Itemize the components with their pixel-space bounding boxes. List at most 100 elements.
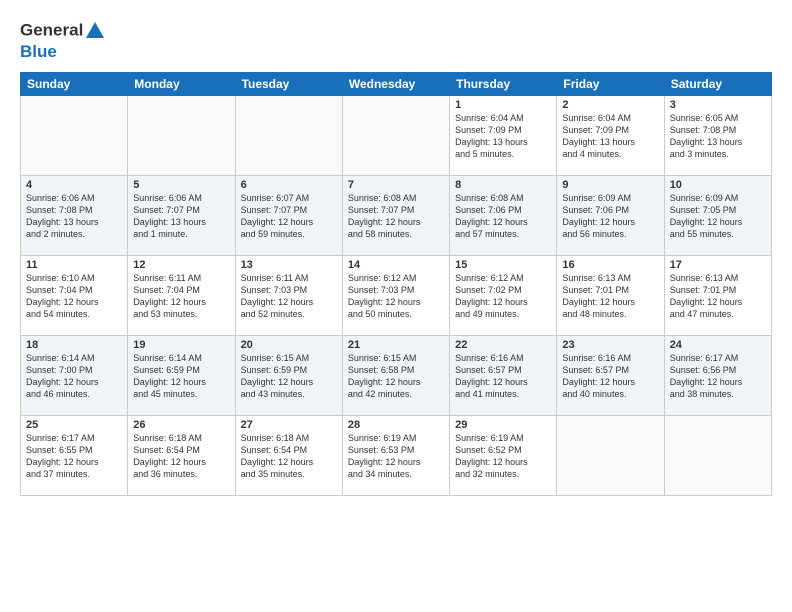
day-info: Sunrise: 6:15 AM Sunset: 6:58 PM Dayligh… <box>348 352 444 401</box>
day-number: 6 <box>241 179 337 191</box>
day-info: Sunrise: 6:13 AM Sunset: 7:01 PM Dayligh… <box>670 272 766 321</box>
calendar-cell: 11Sunrise: 6:10 AM Sunset: 7:04 PM Dayli… <box>21 255 128 335</box>
calendar-cell: 9Sunrise: 6:09 AM Sunset: 7:06 PM Daylig… <box>557 175 664 255</box>
day-number: 20 <box>241 339 337 351</box>
calendar-table: SundayMondayTuesdayWednesdayThursdayFrid… <box>20 72 772 496</box>
day-number: 13 <box>241 259 337 271</box>
day-info: Sunrise: 6:17 AM Sunset: 6:55 PM Dayligh… <box>26 432 122 481</box>
day-number: 5 <box>133 179 229 191</box>
day-number: 7 <box>348 179 444 191</box>
day-info: Sunrise: 6:18 AM Sunset: 6:54 PM Dayligh… <box>133 432 229 481</box>
day-number: 8 <box>455 179 551 191</box>
day-number: 3 <box>670 99 766 111</box>
day-info: Sunrise: 6:06 AM Sunset: 7:07 PM Dayligh… <box>133 192 229 241</box>
day-info: Sunrise: 6:09 AM Sunset: 7:05 PM Dayligh… <box>670 192 766 241</box>
day-info: Sunrise: 6:16 AM Sunset: 6:57 PM Dayligh… <box>455 352 551 401</box>
day-info: Sunrise: 6:08 AM Sunset: 7:06 PM Dayligh… <box>455 192 551 241</box>
day-number: 18 <box>26 339 122 351</box>
day-number: 17 <box>670 259 766 271</box>
calendar-cell: 28Sunrise: 6:19 AM Sunset: 6:53 PM Dayli… <box>342 415 449 495</box>
day-info: Sunrise: 6:04 AM Sunset: 7:09 PM Dayligh… <box>455 112 551 161</box>
day-info: Sunrise: 6:12 AM Sunset: 7:03 PM Dayligh… <box>348 272 444 321</box>
calendar-cell: 10Sunrise: 6:09 AM Sunset: 7:05 PM Dayli… <box>664 175 771 255</box>
calendar-header-monday: Monday <box>128 72 235 95</box>
day-number: 1 <box>455 99 551 111</box>
calendar-cell: 15Sunrise: 6:12 AM Sunset: 7:02 PM Dayli… <box>450 255 557 335</box>
day-number: 23 <box>562 339 658 351</box>
header: General Blue <box>20 16 772 62</box>
day-number: 27 <box>241 419 337 431</box>
calendar-cell <box>128 95 235 175</box>
day-info: Sunrise: 6:16 AM Sunset: 6:57 PM Dayligh… <box>562 352 658 401</box>
calendar-cell: 12Sunrise: 6:11 AM Sunset: 7:04 PM Dayli… <box>128 255 235 335</box>
calendar-header-saturday: Saturday <box>664 72 771 95</box>
calendar-header-sunday: Sunday <box>21 72 128 95</box>
calendar-cell <box>557 415 664 495</box>
day-info: Sunrise: 6:17 AM Sunset: 6:56 PM Dayligh… <box>670 352 766 401</box>
day-info: Sunrise: 6:10 AM Sunset: 7:04 PM Dayligh… <box>26 272 122 321</box>
calendar-cell: 24Sunrise: 6:17 AM Sunset: 6:56 PM Dayli… <box>664 335 771 415</box>
calendar-week-5: 25Sunrise: 6:17 AM Sunset: 6:55 PM Dayli… <box>21 415 772 495</box>
day-number: 24 <box>670 339 766 351</box>
calendar-week-4: 18Sunrise: 6:14 AM Sunset: 7:00 PM Dayli… <box>21 335 772 415</box>
day-number: 15 <box>455 259 551 271</box>
day-info: Sunrise: 6:15 AM Sunset: 6:59 PM Dayligh… <box>241 352 337 401</box>
calendar-header-friday: Friday <box>557 72 664 95</box>
day-number: 19 <box>133 339 229 351</box>
day-number: 26 <box>133 419 229 431</box>
calendar-week-1: 1Sunrise: 6:04 AM Sunset: 7:09 PM Daylig… <box>21 95 772 175</box>
calendar-cell: 21Sunrise: 6:15 AM Sunset: 6:58 PM Dayli… <box>342 335 449 415</box>
day-info: Sunrise: 6:11 AM Sunset: 7:04 PM Dayligh… <box>133 272 229 321</box>
logo-blue: Blue <box>20 42 106 62</box>
calendar-cell: 7Sunrise: 6:08 AM Sunset: 7:07 PM Daylig… <box>342 175 449 255</box>
page: General Blue SundayMondayTuesdayWednesda… <box>0 0 792 506</box>
day-number: 12 <box>133 259 229 271</box>
day-number: 4 <box>26 179 122 191</box>
calendar-cell: 17Sunrise: 6:13 AM Sunset: 7:01 PM Dayli… <box>664 255 771 335</box>
day-info: Sunrise: 6:12 AM Sunset: 7:02 PM Dayligh… <box>455 272 551 321</box>
day-info: Sunrise: 6:18 AM Sunset: 6:54 PM Dayligh… <box>241 432 337 481</box>
calendar-cell <box>664 415 771 495</box>
calendar-cell: 8Sunrise: 6:08 AM Sunset: 7:06 PM Daylig… <box>450 175 557 255</box>
day-info: Sunrise: 6:14 AM Sunset: 6:59 PM Dayligh… <box>133 352 229 401</box>
day-number: 14 <box>348 259 444 271</box>
calendar-cell: 13Sunrise: 6:11 AM Sunset: 7:03 PM Dayli… <box>235 255 342 335</box>
calendar-week-2: 4Sunrise: 6:06 AM Sunset: 7:08 PM Daylig… <box>21 175 772 255</box>
day-number: 21 <box>348 339 444 351</box>
day-info: Sunrise: 6:11 AM Sunset: 7:03 PM Dayligh… <box>241 272 337 321</box>
day-number: 16 <box>562 259 658 271</box>
calendar-cell: 16Sunrise: 6:13 AM Sunset: 7:01 PM Dayli… <box>557 255 664 335</box>
calendar-cell: 29Sunrise: 6:19 AM Sunset: 6:52 PM Dayli… <box>450 415 557 495</box>
day-info: Sunrise: 6:09 AM Sunset: 7:06 PM Dayligh… <box>562 192 658 241</box>
day-number: 11 <box>26 259 122 271</box>
calendar-cell: 5Sunrise: 6:06 AM Sunset: 7:07 PM Daylig… <box>128 175 235 255</box>
calendar-cell: 1Sunrise: 6:04 AM Sunset: 7:09 PM Daylig… <box>450 95 557 175</box>
calendar-header-row: SundayMondayTuesdayWednesdayThursdayFrid… <box>21 72 772 95</box>
day-number: 22 <box>455 339 551 351</box>
day-number: 25 <box>26 419 122 431</box>
calendar-cell: 22Sunrise: 6:16 AM Sunset: 6:57 PM Dayli… <box>450 335 557 415</box>
calendar-header-thursday: Thursday <box>450 72 557 95</box>
calendar-cell <box>21 95 128 175</box>
day-number: 10 <box>670 179 766 191</box>
day-info: Sunrise: 6:08 AM Sunset: 7:07 PM Dayligh… <box>348 192 444 241</box>
calendar-week-3: 11Sunrise: 6:10 AM Sunset: 7:04 PM Dayli… <box>21 255 772 335</box>
calendar-cell: 2Sunrise: 6:04 AM Sunset: 7:09 PM Daylig… <box>557 95 664 175</box>
calendar-cell: 4Sunrise: 6:06 AM Sunset: 7:08 PM Daylig… <box>21 175 128 255</box>
calendar-cell <box>342 95 449 175</box>
calendar-cell: 23Sunrise: 6:16 AM Sunset: 6:57 PM Dayli… <box>557 335 664 415</box>
logo-text: General <box>20 20 106 42</box>
day-info: Sunrise: 6:19 AM Sunset: 6:52 PM Dayligh… <box>455 432 551 481</box>
day-number: 29 <box>455 419 551 431</box>
calendar-cell: 18Sunrise: 6:14 AM Sunset: 7:00 PM Dayli… <box>21 335 128 415</box>
calendar-header-tuesday: Tuesday <box>235 72 342 95</box>
day-info: Sunrise: 6:19 AM Sunset: 6:53 PM Dayligh… <box>348 432 444 481</box>
logo-icon <box>84 20 106 42</box>
calendar-cell: 27Sunrise: 6:18 AM Sunset: 6:54 PM Dayli… <box>235 415 342 495</box>
calendar-cell: 20Sunrise: 6:15 AM Sunset: 6:59 PM Dayli… <box>235 335 342 415</box>
calendar-cell: 6Sunrise: 6:07 AM Sunset: 7:07 PM Daylig… <box>235 175 342 255</box>
calendar-cell: 26Sunrise: 6:18 AM Sunset: 6:54 PM Dayli… <box>128 415 235 495</box>
day-info: Sunrise: 6:05 AM Sunset: 7:08 PM Dayligh… <box>670 112 766 161</box>
day-info: Sunrise: 6:06 AM Sunset: 7:08 PM Dayligh… <box>26 192 122 241</box>
logo: General Blue <box>20 20 106 62</box>
